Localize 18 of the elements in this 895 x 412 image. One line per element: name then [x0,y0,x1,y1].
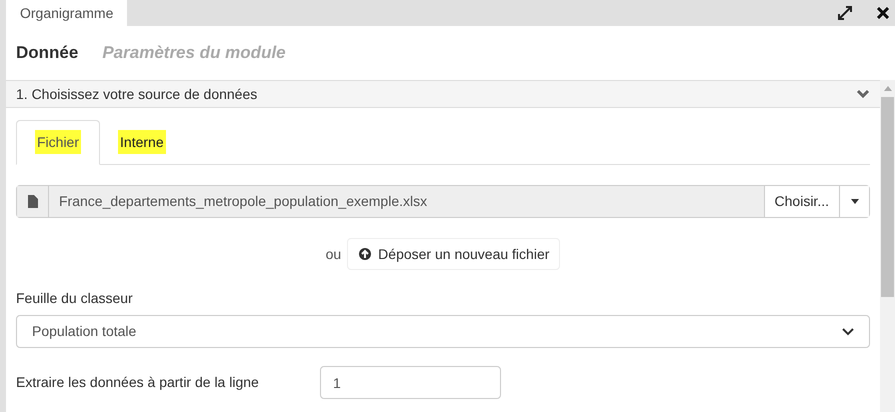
section-header[interactable]: 1. Choisissez votre source de données [6,80,880,108]
close-icon[interactable] [877,7,889,19]
upload-icon [358,247,372,261]
chevron-down-icon [856,89,870,99]
start-line-label: Extraire les données à partir de la ligne [16,373,260,392]
start-line-field[interactable]: 1 [320,366,501,399]
header-tab[interactable]: Donnée [16,40,78,66]
sheet-select[interactable]: Population totale [16,315,870,348]
chevron-down-icon [842,328,854,336]
upload-button[interactable]: Déposer un nouveau fichier [347,238,560,270]
expand-icon[interactable] [837,5,853,21]
source-tab[interactable]: Interne [100,120,184,164]
sheet-label: Feuille du classeur [16,289,134,308]
scrollbar-thumb[interactable] [881,97,894,297]
window-tab[interactable]: Organigramme [6,0,128,26]
or-text: ou [326,244,342,264]
source-tab[interactable]: Fichier [16,120,100,165]
section-title: 1. Choisissez votre source de données [16,84,258,104]
